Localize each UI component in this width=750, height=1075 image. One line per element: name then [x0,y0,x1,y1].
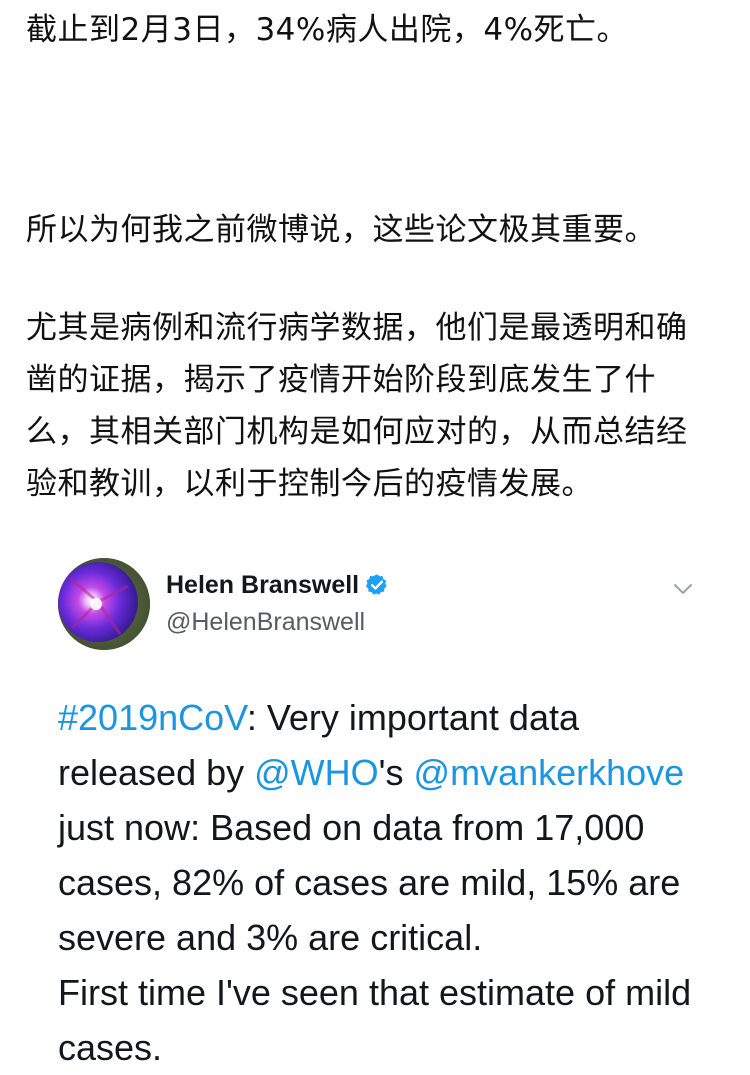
article-paragraph-2: 所以为何我之前微博说，这些论文极其重要。 [26,212,656,248]
tweet-text-segment: First time I've seen that estimate of mi… [58,972,692,1068]
article-paragraph-3: 尤其是病例和流行病学数据，他们是最透明和确凿的证据，揭示了疫情开始阶段到底发生了… [26,310,688,502]
morning-glory-flower-image [58,558,150,650]
tweet-author[interactable]: Helen Branswell @HelenBranswell [166,568,389,637]
mention-mvankerkhove-link[interactable]: @mvankerkhove [414,752,685,793]
article-paragraph-1: 截止到2月3日，34%病人出院，4%死亡。 [26,12,629,48]
mention-who-link[interactable]: @WHO [254,752,379,793]
hashtag-link[interactable]: #2019nCoV [58,697,247,738]
tweet-text-segment: 's [378,752,414,793]
chevron-down-icon[interactable] [672,578,694,600]
verified-badge-icon [365,573,389,597]
avatar[interactable] [58,558,150,650]
tweet-text-segment: just now: Based on data from 17,000 case… [58,807,681,958]
author-name[interactable]: Helen Branswell [166,571,359,600]
tweet-text: #2019nCoV: Very important data released … [58,690,718,1075]
author-handle[interactable]: @HelenBranswell [166,608,389,637]
